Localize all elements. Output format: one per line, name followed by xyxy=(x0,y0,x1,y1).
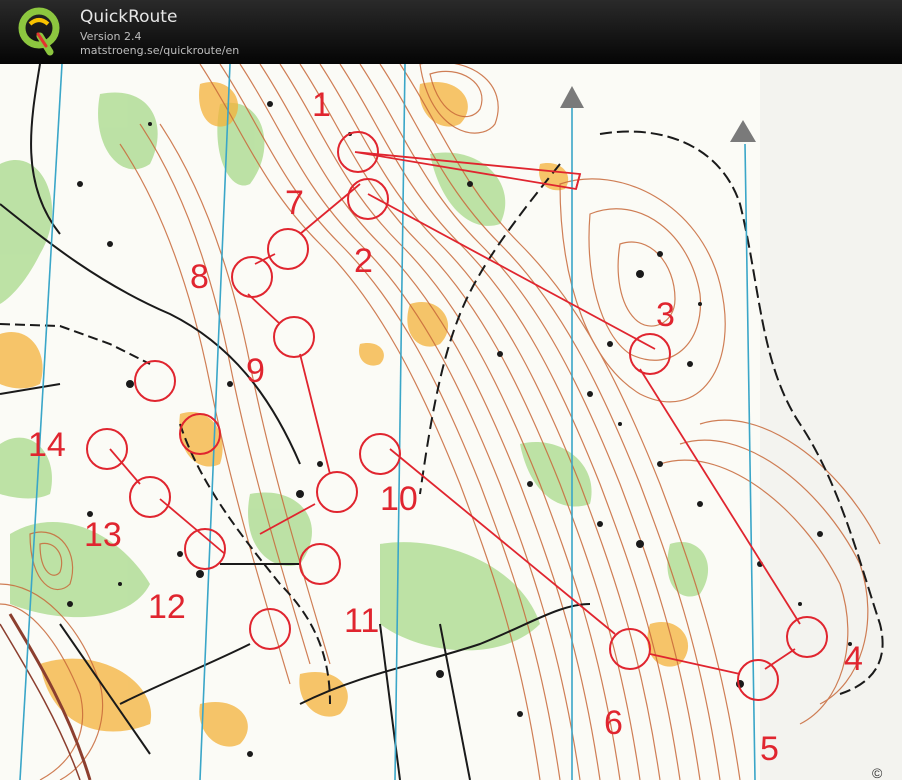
app-title: QuickRoute xyxy=(80,7,178,27)
control-number: 6 xyxy=(604,704,623,742)
control-number: 8 xyxy=(190,258,209,296)
map-canvas: 1 2 3 4 5 6 7 8 9 10 11 12 13 14 © xyxy=(0,64,902,780)
control-number: 7 xyxy=(285,184,304,222)
control-number: 9 xyxy=(246,352,265,390)
orienteering-map[interactable]: 1 2 3 4 5 6 7 8 9 10 11 12 13 14 © xyxy=(0,64,902,780)
app-header: QuickRoute Version 2.4 matstroeng.se/qui… xyxy=(0,0,902,64)
control-number: 10 xyxy=(380,480,418,518)
control-number: 3 xyxy=(656,296,675,334)
control-number: 11 xyxy=(344,602,379,640)
control-number: 4 xyxy=(844,640,863,678)
control-number: 14 xyxy=(28,426,66,464)
copyright-symbol: © xyxy=(872,765,883,780)
control-number: 1 xyxy=(312,86,331,124)
app-version: Version 2.4 xyxy=(80,30,142,43)
control-number: 2 xyxy=(354,242,373,280)
app-url[interactable]: matstroeng.se/quickroute/en xyxy=(80,44,239,57)
quickroute-logo xyxy=(18,7,60,56)
control-number: 5 xyxy=(760,730,779,768)
control-number: 13 xyxy=(84,516,122,554)
control-number: 12 xyxy=(148,588,186,626)
